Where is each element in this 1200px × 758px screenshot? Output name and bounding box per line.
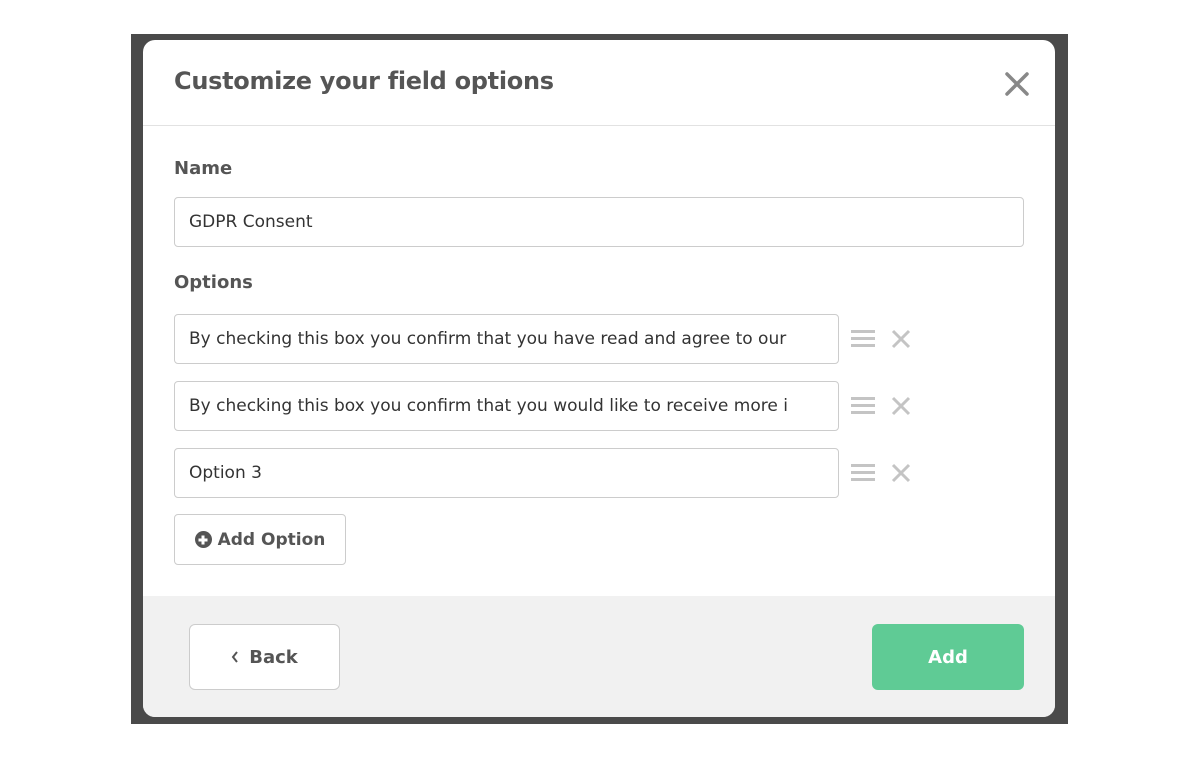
add-option-button[interactable]: Add Option (174, 514, 346, 565)
remove-option-icon[interactable] (890, 328, 912, 350)
modal-footer: Back Add (143, 596, 1055, 717)
add-button[interactable]: Add (872, 624, 1024, 690)
back-button[interactable]: Back (189, 624, 340, 690)
drag-handle-icon[interactable] (851, 464, 875, 482)
option-input-3[interactable] (174, 448, 839, 498)
remove-option-icon[interactable] (890, 395, 912, 417)
modal-title: Customize your field options (174, 67, 554, 95)
drag-handle-icon[interactable] (851, 330, 875, 348)
modal-header: Customize your field options (143, 40, 1055, 126)
name-label: Name (174, 158, 233, 179)
add-option-label: Add Option (217, 529, 326, 550)
name-input[interactable] (174, 197, 1024, 247)
option-input-2[interactable] (174, 381, 839, 431)
remove-option-icon[interactable] (890, 462, 912, 484)
back-label: Back (249, 646, 298, 668)
option-input-1[interactable] (174, 314, 839, 364)
close-icon[interactable] (1003, 70, 1031, 98)
drag-handle-icon[interactable] (851, 397, 875, 415)
plus-circle-icon (194, 531, 212, 548)
chevron-left-icon (231, 651, 239, 663)
customize-field-options-modal: Customize your field options Name Option… (143, 40, 1055, 717)
options-label: Options (174, 272, 253, 293)
